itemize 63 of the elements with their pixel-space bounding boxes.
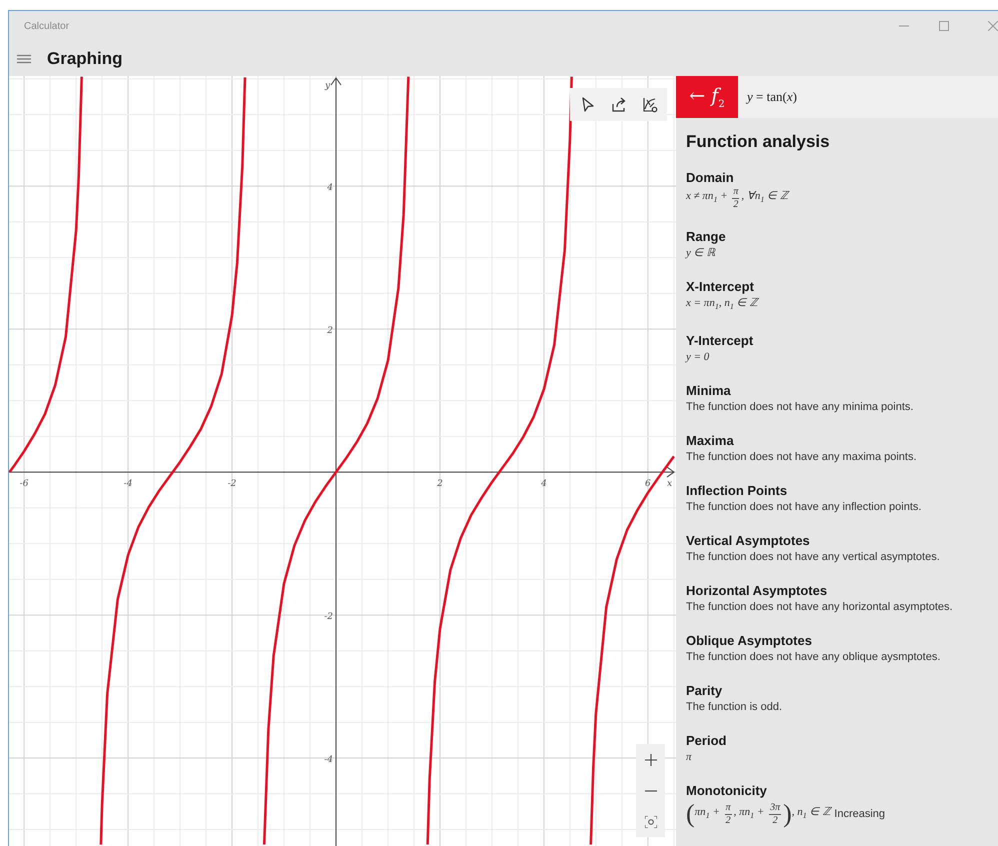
denominator: 2 <box>772 814 778 827</box>
tick-label: -2 <box>228 479 236 490</box>
tick-label: 4 <box>541 479 547 490</box>
math-expression: y ∈ ℝ <box>686 246 716 261</box>
analysis-text: The function does not have any inflection points. <box>686 500 922 516</box>
math-expression: , πn$_{1}$ + <box>734 805 766 822</box>
analysis-text: The function is odd. <box>686 700 782 716</box>
parenthesis: ) <box>783 799 792 830</box>
denominator: 2 <box>726 814 731 827</box>
numerator: π <box>724 802 732 815</box>
tick-label: 6 <box>645 479 651 490</box>
math-expression: πn$_{1}$ + <box>694 805 721 822</box>
section-title: Minima <box>686 382 732 400</box>
tick-label: -4 <box>324 755 333 766</box>
tick-label: -2 <box>324 612 333 622</box>
analysis-text: The function does not have any horizontal asymptotes. <box>686 600 953 616</box>
axis-label: x <box>667 479 672 490</box>
section-title: Range <box>686 228 727 245</box>
graph-options-icon <box>642 96 658 112</box>
axis-label: y <box>325 81 330 91</box>
section-title: Monotonicity <box>686 782 768 800</box>
parenthesis: ( <box>686 799 695 830</box>
section-title: Parity <box>686 682 724 700</box>
section-title: Maxima <box>686 432 735 450</box>
math-expression: π <box>686 750 692 766</box>
tick-label: 2 <box>437 479 443 490</box>
page-title: Graphing <box>47 48 123 68</box>
fit-view-icon <box>644 816 656 828</box>
section-title: Oblique Asymptotes <box>686 632 813 650</box>
section-title: Domain <box>686 169 735 186</box>
tick-label: -4 <box>124 479 132 490</box>
maximize-icon <box>939 21 949 31</box>
share-icon <box>610 96 626 112</box>
numerator: 3π <box>769 802 782 815</box>
math-expression: , n$_{1}$ ∈ ℤ <box>792 805 830 822</box>
analysis-text: The function does not have any minima points. <box>686 400 914 416</box>
close-icon <box>988 21 998 31</box>
equation-text: y = tan(x) <box>747 89 797 105</box>
panel-heading: Function analysis <box>686 131 831 153</box>
tick-label: 2 <box>327 326 333 336</box>
tick-label: -6 <box>20 479 28 490</box>
math-expression: x ≠ πn$_{1}$ + <box>686 189 729 207</box>
analysis-text: The function does not have any maxima points. <box>686 450 917 466</box>
denominator: 2 <box>733 199 738 211</box>
math-expression: , ∀n$_{1}$ ∈ ℤ <box>741 189 788 207</box>
section-title: Period <box>686 732 728 750</box>
window-title: Calculator <box>24 20 70 32</box>
section-title: Vertical Asymptotes <box>686 532 811 550</box>
math-expression: x = πn$_{1}$, n$_{1}$ ∈ ℤ <box>686 296 758 314</box>
analysis-text: Increasing <box>834 807 886 822</box>
section-title: X-Intercept <box>686 278 755 295</box>
function-button[interactable]: ← f$_{2}$ <box>676 76 738 118</box>
section-title: Horizontal Asymptotes <box>686 582 828 600</box>
menu-icon <box>17 54 31 64</box>
section-title: Inflection Points <box>686 482 788 500</box>
analysis-text: The function does not have any vertical asymptotes. <box>686 550 940 566</box>
analysis-text: The function does not have any oblique aysmptotes. <box>686 650 940 666</box>
tick-label: 4 <box>327 183 333 194</box>
pointer-icon <box>580 96 594 112</box>
numerator: π <box>732 186 740 199</box>
plus-icon <box>644 754 656 766</box>
section-title: Y-Intercept <box>686 332 754 350</box>
math-expression: y = 0 <box>686 350 710 366</box>
